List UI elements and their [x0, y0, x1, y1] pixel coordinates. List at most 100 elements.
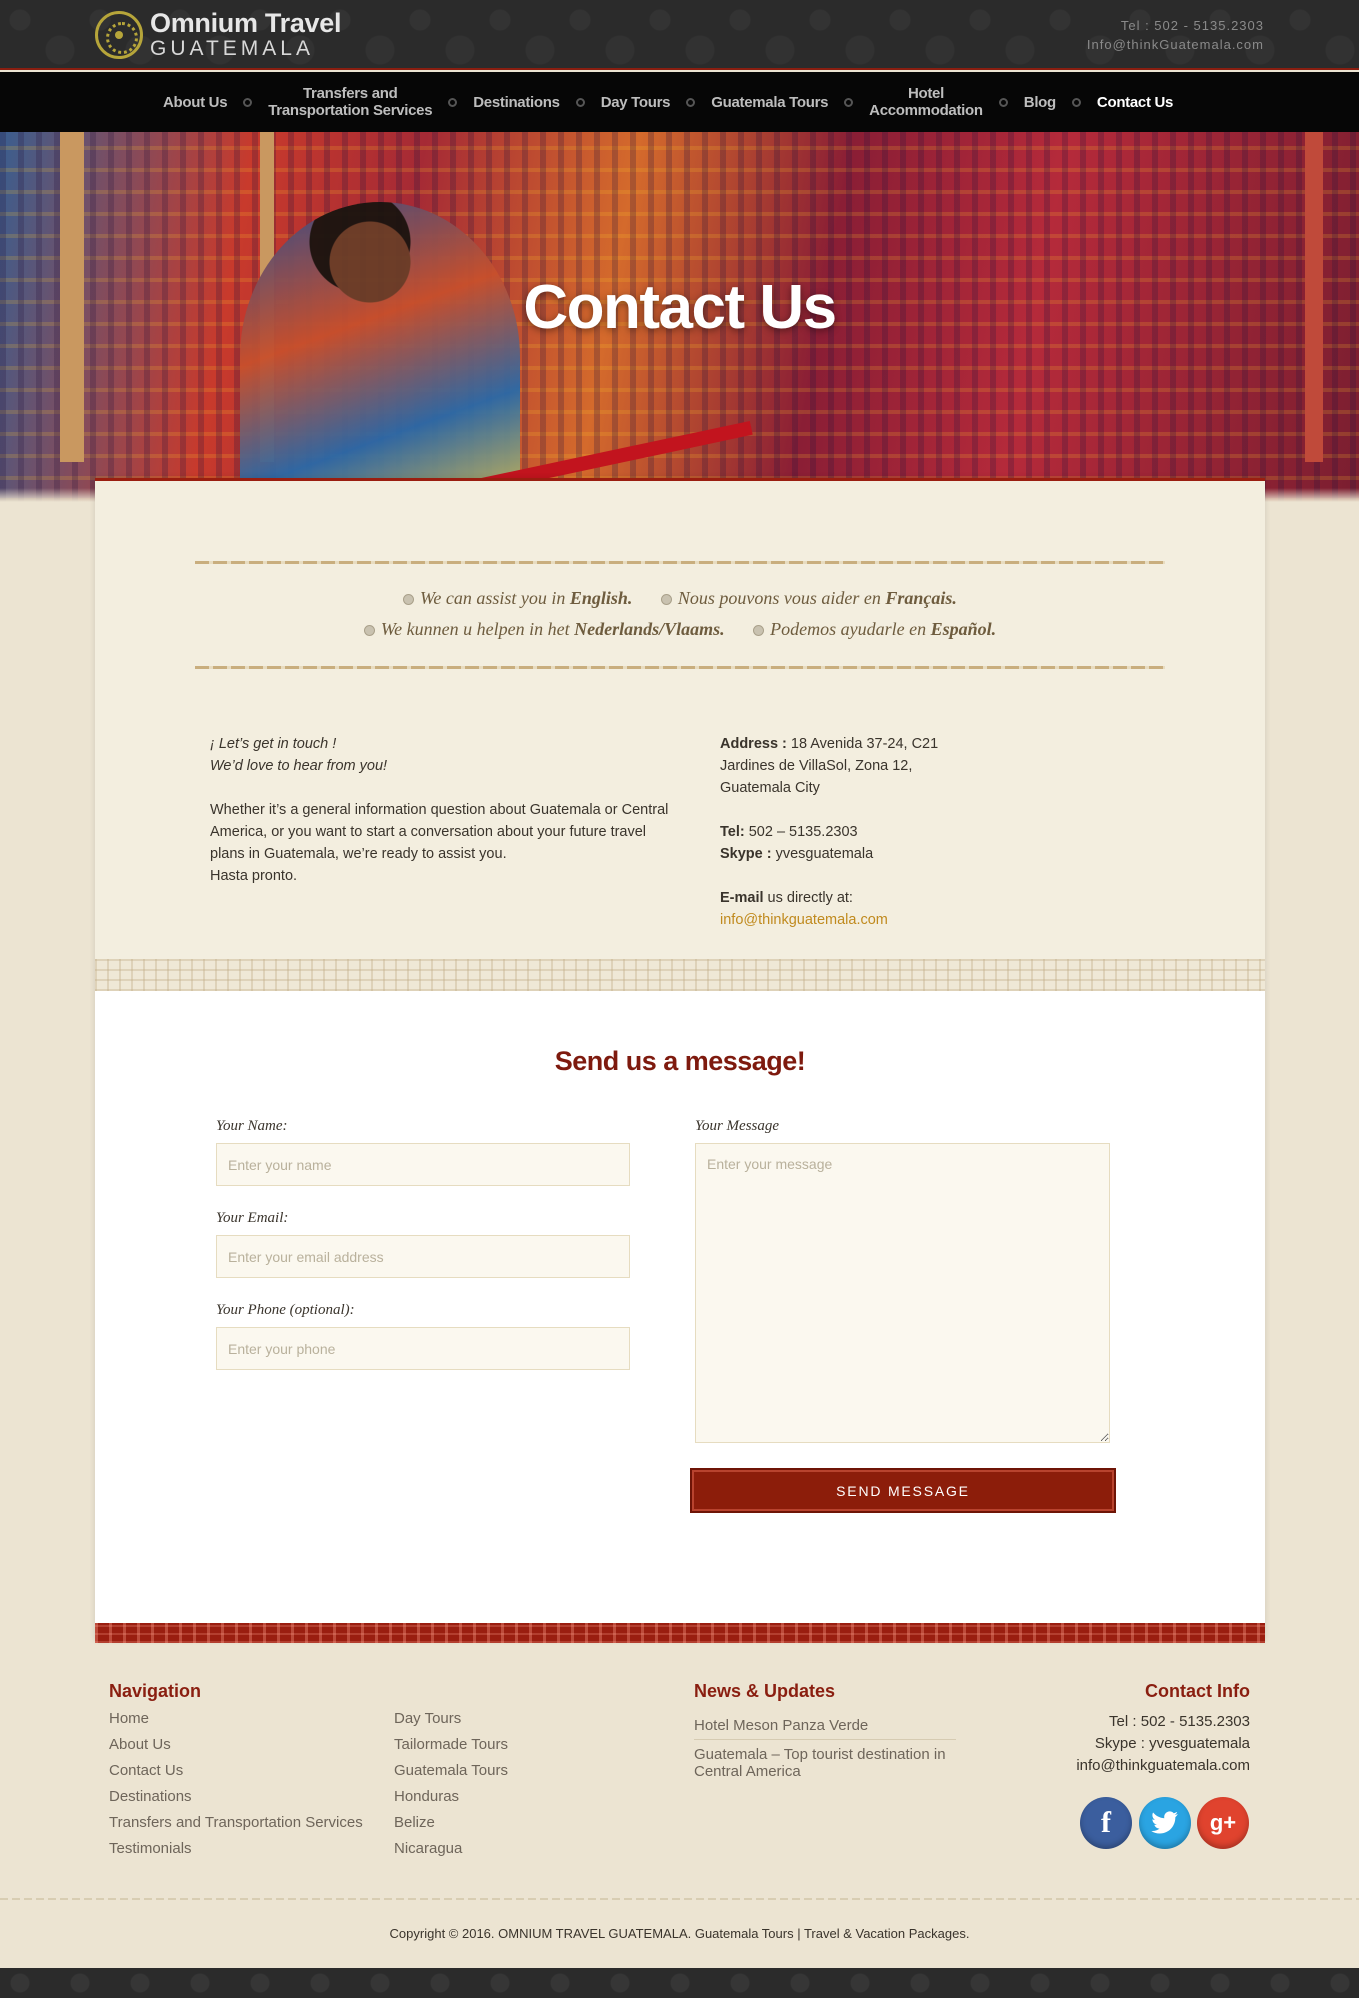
- email-intro: E-mail us directly at:: [720, 887, 1080, 909]
- copyright: Copyright © 2016. OMNIUM TRAVEL GUATEMAL…: [389, 1926, 970, 1941]
- footer-link-nicaragua[interactable]: Nicaragua: [394, 1840, 462, 1857]
- intro-text: ¡ Let’s get in touch ! We’d love to hear…: [210, 733, 680, 887]
- nav-item-transfers[interactable]: Transfers and Transportation Services: [268, 85, 432, 119]
- nav-item-guatemala-tours[interactable]: Guatemala Tours: [711, 94, 828, 111]
- address-label: Address :: [720, 736, 787, 752]
- nav-item-hotel-line2: Accommodation: [869, 102, 983, 119]
- contact-details: Address : 18 Avenida 37-24, C21 Jardines…: [720, 733, 1080, 931]
- bullet-icon: [363, 625, 375, 636]
- footer-link-about-us[interactable]: About Us: [109, 1736, 171, 1753]
- nav-item-hotel-line1: Hotel: [907, 85, 944, 102]
- message-textarea[interactable]: [695, 1143, 1110, 1443]
- intro-greeting-line2: We’d love to hear from you!: [210, 758, 388, 774]
- logo[interactable]: Omnium Travel GUATEMALA: [95, 10, 341, 59]
- language-spanish-name: Español.: [930, 619, 997, 639]
- language-english: We can assist you in English.: [403, 588, 632, 609]
- nav-item-transfers-line2: Transportation Services: [268, 102, 433, 119]
- nav-item-destinations[interactable]: Destinations: [473, 94, 560, 111]
- top-contact: Tel : 502 - 5135.2303 Info@thinkGuatemal…: [1087, 16, 1264, 54]
- twitter-icon[interactable]: [1139, 1797, 1191, 1849]
- address-line2: Jardines de VillaSol, Zona 12,: [720, 758, 913, 774]
- footer-link-testimonials[interactable]: Testimonials: [109, 1840, 192, 1857]
- phone-field[interactable]: [216, 1327, 630, 1370]
- logo-title: Omnium Travel: [150, 8, 342, 38]
- bullet-icon: [753, 625, 765, 636]
- nav-list: About Us Transfers and Transportation Se…: [163, 72, 1173, 132]
- news-item[interactable]: Hotel Meson Panza Verde: [694, 1717, 956, 1734]
- language-english-name: English.: [569, 588, 633, 608]
- page-title: Contact Us: [523, 273, 837, 342]
- nav-separator-icon: [686, 97, 696, 107]
- address-line3: Guatemala City: [720, 780, 820, 796]
- nav-separator-icon: [575, 97, 585, 107]
- footer-link-destinations[interactable]: Destinations: [109, 1788, 192, 1805]
- email-field[interactable]: [216, 1235, 630, 1278]
- address: Address : 18 Avenida 37-24, C21: [720, 733, 1080, 755]
- skype-label: Skype :: [720, 846, 772, 862]
- language-spanish-text: Podemos ayudarle en: [770, 619, 927, 639]
- footer-link-contact-us[interactable]: Contact Us: [109, 1762, 183, 1779]
- intro-closing: Hasta pronto.: [210, 868, 298, 884]
- nav-item-blog[interactable]: Blog: [1024, 94, 1056, 111]
- language-row: We kunnen u helpen in het Nederlands/Vla…: [195, 619, 1165, 640]
- email-link[interactable]: info@thinkguatemala.com: [720, 912, 888, 928]
- email-label: E-mail: [720, 890, 764, 906]
- nav-separator-icon: [448, 97, 458, 107]
- skype: Skype : yvesguatemala: [720, 843, 1080, 865]
- intro-greeting-line1: ¡ Let’s get in touch !: [210, 736, 337, 752]
- language-french-text: Nous pouvons vous aider en: [677, 588, 881, 608]
- facebook-icon[interactable]: f: [1080, 1797, 1132, 1849]
- footer-contact-phone: Tel : 502 - 5135.2303: [1109, 1713, 1250, 1730]
- hero-banner: Contact Us: [0, 132, 1359, 502]
- footer-navigation-heading: Navigation: [109, 1681, 202, 1701]
- footer-link-honduras[interactable]: Honduras: [394, 1788, 459, 1805]
- bottom-bar: [0, 1968, 1359, 1998]
- phone-label: Tel:: [720, 824, 745, 840]
- footer-link-belize[interactable]: Belize: [394, 1814, 435, 1831]
- news-item[interactable]: Guatemala – Top tourist destination in C…: [694, 1746, 956, 1780]
- send-message-button[interactable]: SEND MESSAGE: [690, 1468, 1116, 1513]
- intro-body: Whether it’s a general information quest…: [210, 802, 669, 862]
- footer-link-home[interactable]: Home: [109, 1710, 149, 1727]
- footer-link-tailormade-tours[interactable]: Tailormade Tours: [394, 1736, 508, 1753]
- logo-subtitle: GUATEMALA: [150, 37, 314, 60]
- nav-item-hotel-accommodation[interactable]: Hotel Accommodation: [869, 85, 983, 119]
- nav-item-contact-us[interactable]: Contact Us: [1097, 94, 1173, 111]
- twitter-bird-icon: [1151, 1811, 1178, 1834]
- divider: [0, 1898, 1359, 1900]
- nav-item-about-us[interactable]: About Us: [163, 94, 228, 111]
- decorative-red-strip: [95, 1623, 1265, 1643]
- contact-form: Send us a message! Your Name: Your Email…: [95, 991, 1265, 1623]
- name-input[interactable]: [216, 1143, 630, 1186]
- name-label: Your Name:: [216, 1118, 288, 1134]
- email-suffix: us directly at:: [763, 890, 853, 906]
- nav-separator-icon: [243, 97, 253, 107]
- top-phone: Tel : 502 - 5135.2303: [1120, 18, 1264, 33]
- message-label: Your Message: [695, 1118, 780, 1134]
- footer-link-guatemala-tours[interactable]: Guatemala Tours: [394, 1762, 508, 1779]
- divider: [195, 666, 1165, 669]
- language-french-name: Français.: [885, 588, 957, 608]
- main-content: We can assist you in English. Nous pouvo…: [95, 478, 1265, 1643]
- google-plus-icon[interactable]: g+: [1197, 1797, 1249, 1849]
- footer-link-day-tours[interactable]: Day Tours: [394, 1710, 461, 1727]
- top-email[interactable]: Info@thinkGuatemala.com: [1087, 35, 1264, 54]
- language-spanish: Podemos ayudarle en Español.: [753, 619, 996, 640]
- footer-link-transfers[interactable]: Transfers and Transportation Services: [109, 1814, 363, 1831]
- language-french: Nous pouvons vous aider en Français.: [660, 588, 957, 609]
- bullet-icon: [660, 594, 672, 605]
- skype-value: yvesguatemala: [771, 846, 874, 862]
- logo-text: Omnium Travel GUATEMALA: [150, 8, 342, 60]
- nav-separator-icon: [1071, 97, 1081, 107]
- logo-emblem-icon: [95, 10, 143, 59]
- nav-item-day-tours[interactable]: Day Tours: [601, 94, 671, 111]
- footer-contact-skype: Skype : yvesguatemala: [1094, 1735, 1250, 1752]
- main-navigation: About Us Transfers and Transportation Se…: [0, 72, 1359, 132]
- nav-item-transfers-line1: Transfers and: [303, 85, 398, 102]
- phone-field-label: Your Phone (optional):: [216, 1302, 355, 1318]
- divider: [195, 561, 1165, 564]
- footer-contact-email[interactable]: info@thinkguatemala.com: [1076, 1757, 1250, 1774]
- intro-greeting: ¡ Let’s get in touch ! We’d love to hear…: [210, 733, 680, 777]
- address-line1: 18 Avenida 37-24, C21: [786, 736, 939, 752]
